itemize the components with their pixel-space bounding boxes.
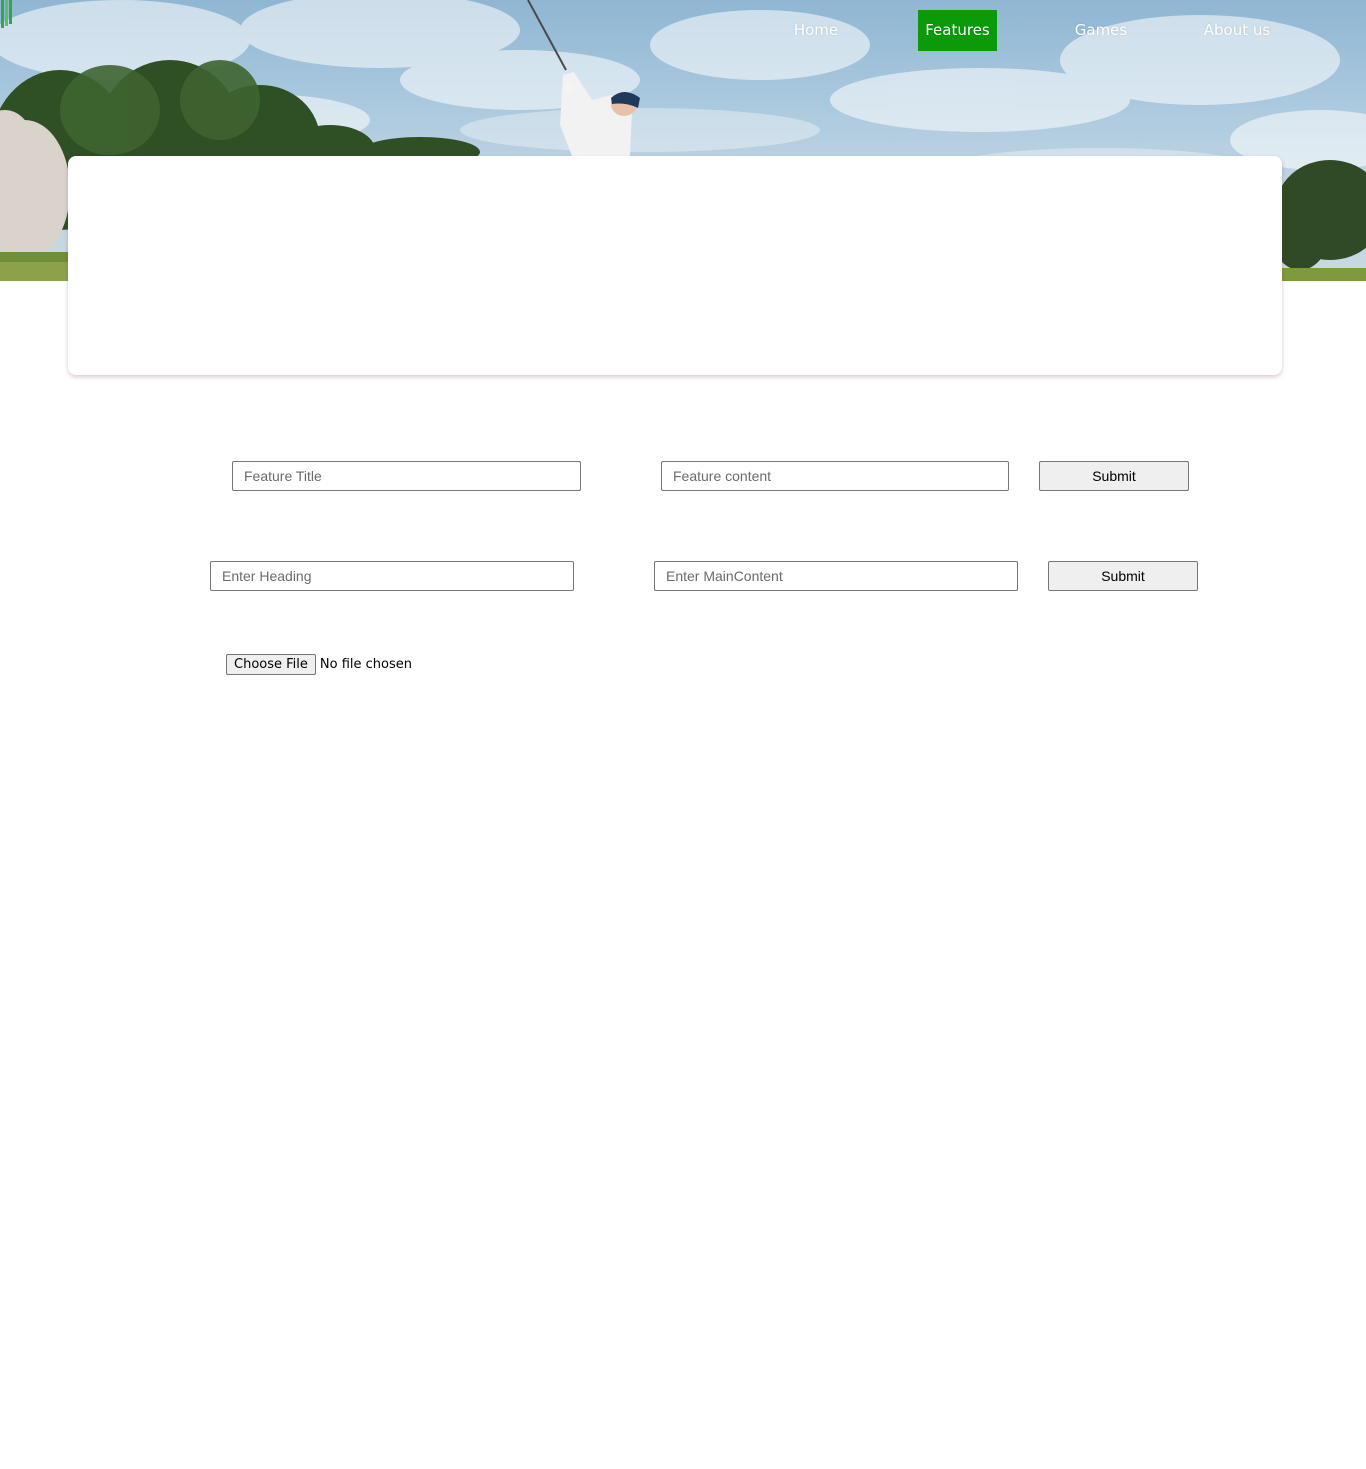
nav-item-games[interactable]: Games — [1066, 10, 1136, 51]
file-upload: Choose File No file chosen — [226, 654, 412, 675]
nav-item-features[interactable]: Features — [918, 10, 997, 51]
main-content-input[interactable] — [654, 561, 1018, 591]
main-navigation: Home Features Games About us — [0, 10, 1366, 51]
content-submit-button[interactable]: Submit — [1048, 561, 1198, 591]
content-card — [68, 156, 1282, 375]
nav-item-home[interactable]: Home — [784, 10, 848, 51]
page: Home Features Games About us Submit Subm… — [0, 0, 1366, 1469]
feature-title-input[interactable] — [232, 461, 581, 491]
heading-input[interactable] — [210, 561, 574, 591]
feature-submit-button[interactable]: Submit — [1039, 461, 1189, 491]
choose-file-button[interactable]: Choose File — [226, 654, 316, 675]
nav-item-about-us[interactable]: About us — [1196, 10, 1278, 51]
file-status-text: No file chosen — [319, 657, 412, 672]
feature-content-input[interactable] — [661, 461, 1009, 491]
